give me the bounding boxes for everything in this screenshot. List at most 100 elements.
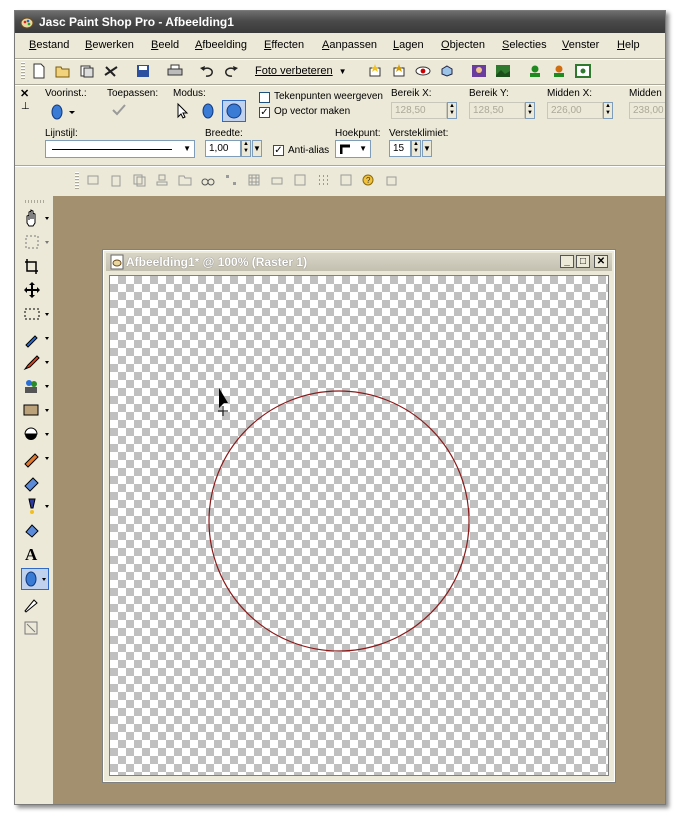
red-eye-icon[interactable] [413, 62, 433, 80]
pick-tool-icon[interactable] [21, 232, 51, 252]
paint-brush-tool-icon[interactable] [21, 352, 51, 372]
apply-checkmark-icon[interactable] [111, 102, 131, 120]
antialias-checkbox[interactable]: ✓ [273, 145, 284, 156]
shape-tool-icon[interactable] [21, 568, 49, 590]
image-window-titlebar[interactable]: Afbeelding1* @ 100% (Raster 1) _ □ ✕ [106, 253, 612, 271]
image-icon[interactable] [290, 171, 310, 189]
layer-icon[interactable] [83, 171, 103, 189]
print-icon[interactable] [165, 62, 185, 80]
pan-tool-icon[interactable] [21, 208, 51, 228]
menu-bewerken[interactable]: Bewerken [85, 39, 134, 51]
join-dropdown[interactable]: ▼ [335, 140, 371, 158]
menu-help[interactable]: Help [617, 39, 640, 51]
landscape-icon[interactable] [493, 62, 513, 80]
object-selector-icon[interactable] [21, 618, 51, 638]
range-y-input[interactable]: 128,50 [469, 102, 525, 119]
folder-open-icon[interactable] [175, 171, 195, 189]
dropper-tool-icon[interactable] [21, 328, 51, 348]
fill-tool-icon[interactable] [21, 520, 51, 540]
new-file-icon[interactable] [29, 62, 49, 80]
width-input[interactable]: 1,00 [205, 140, 241, 157]
pen-tool-icon[interactable] [21, 594, 51, 614]
dots-grid-icon[interactable] [313, 171, 333, 189]
range-x-spinner[interactable]: ▲ ▼ [447, 102, 457, 119]
redo-icon[interactable] [221, 62, 241, 80]
menu-selecties[interactable]: Selecties [502, 39, 547, 51]
width-spinner[interactable]: ▲ ▼ [241, 140, 251, 157]
vector-circle-shape[interactable] [208, 390, 470, 652]
miter-limit-dropdown[interactable]: ▼ [422, 140, 432, 157]
menu-objecten[interactable]: Objecten [441, 39, 485, 51]
toolbar-grip[interactable] [21, 62, 25, 80]
copy-icon[interactable] [129, 171, 149, 189]
miter-limit-spinner[interactable]: ▲ ▼ [411, 140, 421, 157]
smudge-tool-icon[interactable] [21, 448, 51, 468]
image-window: Afbeelding1* @ 100% (Raster 1) _ □ ✕ [102, 249, 616, 783]
create-vector-checkbox[interactable]: ✓ [259, 107, 270, 118]
center-y-input[interactable]: 238,00 [629, 102, 665, 119]
clone-tool-icon[interactable] [21, 376, 51, 396]
help-icon[interactable]: ? [359, 171, 379, 189]
scratch-remover-tool-icon[interactable] [21, 400, 51, 420]
width-dropdown[interactable]: ▼ [252, 140, 262, 157]
ellipse-mode-icon[interactable] [197, 101, 219, 121]
crop-tool-icon[interactable] [21, 256, 51, 276]
preset-dropdown[interactable] [47, 102, 83, 122]
show-nodes-checkbox[interactable] [259, 92, 270, 103]
binoculars-icon[interactable] [198, 171, 218, 189]
range-x-input[interactable]: 128,50 [391, 102, 447, 119]
undo-icon[interactable] [197, 62, 217, 80]
trash-icon[interactable] [106, 171, 126, 189]
rotate-icon[interactable] [336, 171, 356, 189]
text-tool-icon[interactable]: A [21, 544, 51, 564]
range-y-spinner[interactable]: ▲ ▼ [525, 102, 535, 119]
cube-icon[interactable] [437, 62, 457, 80]
menu-beeld[interactable]: Beeld [151, 39, 179, 51]
open-folder-icon[interactable] [53, 62, 73, 80]
browse-icon[interactable] [77, 62, 97, 80]
menu-aanpassen[interactable]: Aanpassen [322, 39, 377, 51]
enhance-photo-dropdown[interactable]: Foto verbeteren ▼ [255, 62, 351, 80]
title-bar[interactable]: Jasc Paint Shop Pro - Afbeelding1 [15, 11, 665, 33]
print-preview-icon[interactable] [267, 171, 287, 189]
image-canvas[interactable] [109, 275, 609, 776]
pin-icon[interactable]: ⊥ [21, 101, 30, 112]
close-button[interactable]: ✕ [594, 255, 608, 268]
one-step-fix-icon[interactable] [365, 62, 385, 80]
person-green-icon[interactable] [525, 62, 545, 80]
menu-afbeelding[interactable]: Afbeelding [195, 39, 247, 51]
maximize-button[interactable]: □ [576, 255, 590, 268]
photo-fix-icon[interactable] [389, 62, 409, 80]
center-x-input[interactable]: 226,00 [547, 102, 603, 119]
portrait-icon[interactable] [469, 62, 489, 80]
menu-bar: Bestand Bewerken Beeld Afbeelding Effect… [15, 35, 665, 57]
minimize-button[interactable]: _ [560, 255, 574, 268]
application-window: Jasc Paint Shop Pro - Afbeelding1 Bestan… [14, 10, 666, 805]
menu-bestand[interactable]: Bestand [29, 39, 69, 51]
menu-venster[interactable]: Venster [562, 39, 599, 51]
move-tool-icon[interactable] [21, 280, 51, 300]
workspace-area[interactable]: Afbeelding1* @ 100% (Raster 1) _ □ ✕ [53, 196, 665, 804]
center-x-spinner[interactable]: ▲ ▼ [603, 102, 613, 119]
toolbox-grip[interactable] [25, 200, 45, 203]
toolbar-grip[interactable] [75, 172, 79, 190]
line-style-dropdown[interactable]: ▼ [45, 140, 195, 158]
miter-limit-input[interactable]: 15 [389, 140, 411, 157]
circle-mode-icon[interactable] [222, 100, 246, 122]
stamp-icon[interactable] [152, 171, 172, 189]
grid-icon[interactable] [244, 171, 264, 189]
image-frame-icon[interactable] [573, 62, 593, 80]
picture-tube-tool-icon[interactable] [21, 496, 51, 516]
node-tree-icon[interactable] [221, 171, 241, 189]
eraser-tool-icon[interactable] [21, 472, 51, 492]
menu-lagen[interactable]: Lagen [393, 39, 424, 51]
dodge-tool-icon[interactable] [21, 424, 51, 444]
pin-window-icon[interactable] [382, 171, 402, 189]
person-orange-icon[interactable] [549, 62, 569, 80]
scan-icon[interactable] [101, 62, 121, 80]
close-icon[interactable]: ✕ [20, 87, 29, 100]
selection-tool-icon[interactable] [21, 304, 51, 324]
menu-effecten[interactable]: Effecten [264, 39, 304, 51]
save-icon[interactable] [133, 62, 153, 80]
edit-mode-arrow-icon[interactable] [171, 101, 193, 121]
